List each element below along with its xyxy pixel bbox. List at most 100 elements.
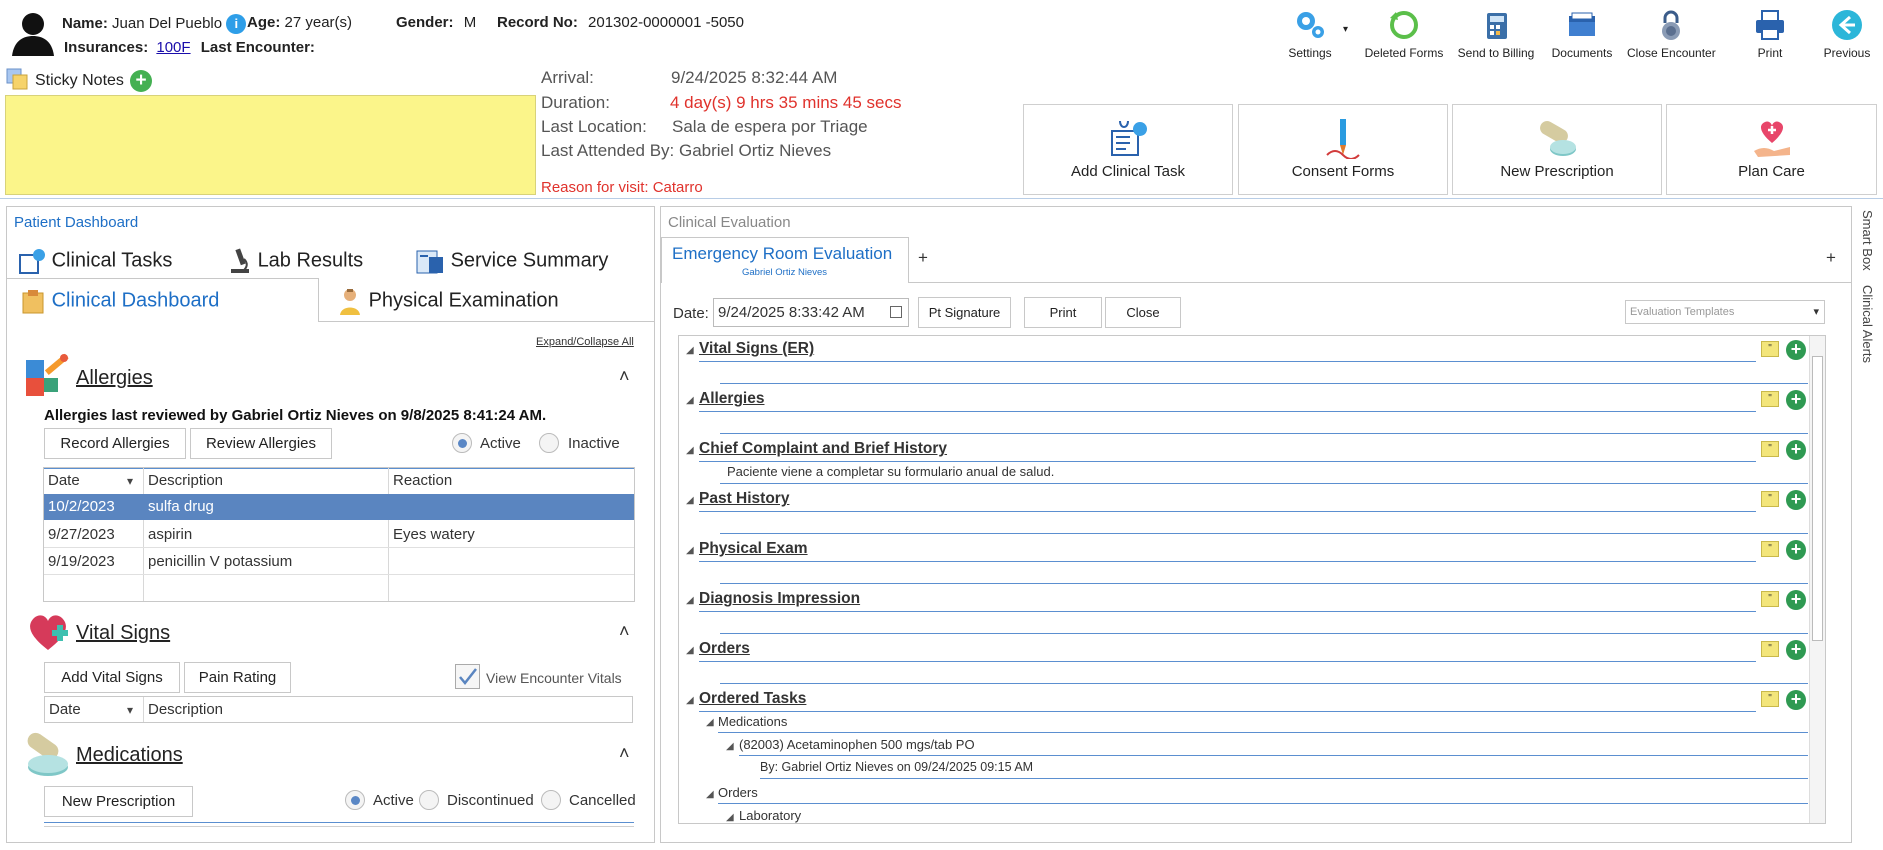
tab-lab-results[interactable]: Lab Results — [228, 247, 363, 275]
table-row[interactable] — [44, 548, 634, 575]
add-vital-signs-button[interactable]: Add Vital Signs — [44, 662, 180, 693]
quote-icon[interactable]: " — [1761, 641, 1779, 657]
table-row[interactable] — [44, 494, 634, 520]
evaluation-section-title[interactable]: Allergies — [699, 390, 764, 408]
evaluation-scrollbar[interactable] — [1809, 336, 1825, 823]
evaluation-section-title[interactable]: Orders — [699, 640, 750, 658]
evaluation-close-button[interactable]: Close — [1105, 297, 1181, 328]
collapse-triangle-icon[interactable]: ◢ — [686, 545, 694, 556]
quote-icon[interactable]: " — [1761, 691, 1779, 707]
new-prescription-button[interactable]: New Prescription — [1452, 104, 1662, 195]
quote-icon[interactable]: " — [1761, 391, 1779, 407]
medications-cancelled-radio[interactable] — [541, 790, 561, 810]
tab-physical-examination[interactable]: Physical Examination — [337, 287, 559, 315]
info-icon[interactable]: i — [226, 14, 247, 34]
pt-signature-button[interactable]: Pt Signature — [918, 297, 1011, 328]
evaluation-section-title[interactable]: Past History — [699, 490, 789, 508]
allergies-collapse-icon[interactable]: ˄ — [619, 366, 630, 387]
collapse-triangle-icon[interactable]: ◢ — [686, 695, 694, 706]
add-evaluation-tab-button[interactable]: + — [918, 248, 928, 268]
allergies-inactive-radio[interactable] — [539, 433, 559, 453]
new-prescription-small-button[interactable]: New Prescription — [44, 786, 193, 817]
allergies-title[interactable]: Allergies — [76, 367, 153, 390]
settings-button[interactable]: Settings — [1288, 8, 1332, 60]
vital-signs-title[interactable]: Vital Signs — [76, 622, 170, 645]
sort-caret-icon[interactable]: ▾ — [127, 703, 133, 717]
add-evaluation-right-button[interactable]: + — [1826, 248, 1836, 268]
pain-rating-button[interactable]: Pain Rating — [184, 662, 291, 693]
quote-icon[interactable]: " — [1761, 491, 1779, 507]
send-to-billing-button[interactable]: Send to Billing — [1455, 8, 1537, 60]
collapse-triangle-icon[interactable]: ◢ — [706, 789, 714, 800]
evaluation-section-title[interactable]: Diagnosis Impression — [699, 590, 860, 608]
previous-button[interactable]: Previous — [1823, 8, 1871, 60]
vitals-col-description[interactable]: Description — [144, 696, 223, 723]
consent-forms-button[interactable]: Consent Forms — [1238, 104, 1448, 195]
ordered-laboratory-node[interactable]: Laboratory — [739, 808, 801, 823]
add-entry-button[interactable]: + — [1786, 540, 1806, 560]
collapse-triangle-icon[interactable]: ◢ — [686, 395, 694, 406]
evaluation-section-title[interactable]: Physical Exam — [699, 540, 808, 558]
evaluation-section-title[interactable]: Ordered Tasks — [699, 690, 806, 708]
collapse-triangle-icon[interactable]: ◢ — [686, 645, 694, 656]
add-entry-button[interactable]: + — [1786, 640, 1806, 660]
quote-icon[interactable]: " — [1761, 541, 1779, 557]
vital-signs-collapse-icon[interactable]: ˄ — [619, 621, 630, 642]
collapse-triangle-icon[interactable]: ◢ — [686, 445, 694, 456]
close-encounter-button[interactable]: Close Encounter — [1627, 8, 1716, 60]
evaluation-section-title[interactable]: Vital Signs (ER) — [699, 340, 814, 358]
view-encounter-vitals-checkbox[interactable] — [455, 664, 480, 689]
smart-box-tab[interactable]: Smart Box — [1860, 210, 1875, 271]
record-allergies-button[interactable]: Record Allergies — [44, 428, 186, 459]
quote-icon[interactable]: " — [1761, 441, 1779, 457]
medications-title[interactable]: Medications — [76, 744, 183, 767]
sort-caret-icon[interactable]: ▾ — [127, 474, 133, 488]
evaluation-date-field[interactable]: 9/24/2025 8:33:42 AM — [713, 298, 909, 327]
collapse-triangle-icon[interactable]: ◢ — [706, 717, 714, 728]
add-sticky-note-button[interactable]: + — [130, 70, 152, 92]
medications-active-radio[interactable] — [345, 790, 365, 810]
quote-icon[interactable]: " — [1761, 591, 1779, 607]
tab-service-summary[interactable]: Service Summary — [415, 247, 608, 275]
medications-collapse-icon[interactable]: ˄ — [619, 743, 630, 764]
collapse-triangle-icon[interactable]: ◢ — [686, 595, 694, 606]
evaluation-section-title[interactable]: Chief Complaint and Brief History — [699, 440, 947, 458]
allergies-col-reaction[interactable]: Reaction — [389, 467, 629, 494]
insurance-link[interactable]: 100F — [156, 39, 190, 56]
evaluation-tab-title[interactable]: Emergency Room Evaluation — [672, 244, 892, 264]
collapse-triangle-icon[interactable]: ◢ — [686, 495, 694, 506]
collapse-triangle-icon[interactable]: ◢ — [726, 741, 734, 752]
quote-icon[interactable]: " — [1761, 341, 1779, 357]
evaluation-templates-select[interactable]: Evaluation Templates ▾ — [1625, 300, 1825, 324]
add-entry-button[interactable]: + — [1786, 590, 1806, 610]
add-entry-button[interactable]: + — [1786, 390, 1806, 410]
calendar-icon[interactable] — [890, 306, 902, 318]
evaluation-print-button[interactable]: Print — [1024, 297, 1102, 328]
review-allergies-button[interactable]: Review Allergies — [190, 428, 332, 459]
tab-clinical-dashboard-label[interactable]: Clinical Dashboard — [20, 287, 219, 315]
ordered-medications-node[interactable]: Medications — [718, 714, 787, 729]
ordered-orders-node[interactable]: Orders — [718, 785, 758, 800]
add-entry-button[interactable]: + — [1786, 690, 1806, 710]
ordered-medication-item[interactable]: (82003) Acetaminophen 500 mgs/tab PO — [739, 737, 975, 752]
clinical-alerts-tab[interactable]: Clinical Alerts — [1860, 285, 1875, 363]
add-clinical-task-button[interactable]: Add Clinical Task — [1023, 104, 1233, 195]
settings-dropdown-caret[interactable]: ▾ — [1343, 24, 1348, 35]
documents-button[interactable]: Documents — [1549, 8, 1615, 60]
collapse-triangle-icon[interactable]: ◢ — [726, 812, 734, 823]
collapse-triangle-icon[interactable]: ◢ — [686, 345, 694, 356]
expand-collapse-all-link[interactable]: Expand/Collapse All — [536, 336, 634, 348]
tab-clinical-tasks[interactable]: Clinical Tasks — [18, 247, 172, 275]
medications-discontinued-radio[interactable] — [419, 790, 439, 810]
sticky-note-area[interactable] — [5, 95, 536, 195]
add-entry-button[interactable]: + — [1786, 490, 1806, 510]
table-row[interactable] — [44, 521, 634, 548]
print-button[interactable]: Print — [1750, 8, 1790, 60]
deleted-forms-button[interactable]: Deleted Forms — [1363, 8, 1445, 60]
add-entry-button[interactable]: + — [1786, 340, 1806, 360]
allergies-col-description[interactable]: Description — [144, 467, 384, 494]
allergies-active-radio[interactable] — [452, 433, 472, 453]
chevron-down-icon[interactable]: ▾ — [1813, 305, 1819, 318]
plan-care-button[interactable]: Plan Care — [1666, 104, 1877, 195]
add-entry-button[interactable]: + — [1786, 440, 1806, 460]
